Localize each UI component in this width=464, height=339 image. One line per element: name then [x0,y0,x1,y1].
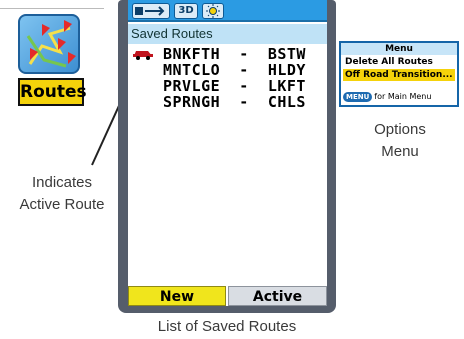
options-menu-title: Menu [341,43,457,55]
satellite-icon [132,3,170,19]
status-bar: 3D [128,0,327,22]
active-route-car-icon [133,51,153,60]
delete-all-routes-item[interactable]: Delete All Routes [343,56,455,68]
options-menu-footer: MENU for Main Menu [343,90,455,103]
device-screen: 3D Saved Routes BNKFTH - BSTW MNTCLO - H… [128,0,327,306]
options-menu-footer-text: for Main Menu [374,92,432,101]
route-name: SPRNGH - CHLS [163,93,306,111]
backlight-icon [202,3,224,19]
route-name: PRVLGE - LKFT [163,77,306,95]
off-road-transition-item[interactable]: Off Road Transition... [343,69,455,81]
3d-icon: 3D [174,3,198,19]
list-item[interactable]: PRVLGE - LKFT [128,78,327,94]
active-route-caption: Indicates Active Route [6,172,118,216]
route-name: MNTCLO - HLDY [163,61,306,79]
list-item[interactable]: MNTCLO - HLDY [128,62,327,78]
new-route-button[interactable]: New [128,286,226,306]
menu-key-icon: MENU [343,92,373,102]
softkey-bar: New Active [128,286,327,306]
active-route-button[interactable]: Active [228,286,327,306]
options-menu-caption: Options Menu [338,119,462,163]
list-item[interactable]: BNKFTH - BSTW [128,46,327,62]
options-menu: Menu Delete All Routes Off Road Transiti… [339,41,459,107]
screen-title: Saved Routes [128,24,327,44]
options-menu-caption-line2: Menu [381,143,419,160]
options-menu-caption-line1: Options [374,121,426,138]
route-name: BNKFTH - BSTW [163,45,306,63]
saved-routes-list: BNKFTH - BSTW MNTCLO - HLDY PRVLGE - LKF… [128,46,327,110]
list-item[interactable]: SPRNGH - CHLS [128,94,327,110]
active-route-caption-line2: Active Route [19,196,105,213]
active-route-caption-line1: Indicates [31,174,93,191]
saved-list-caption: List of Saved Routes [157,318,297,335]
